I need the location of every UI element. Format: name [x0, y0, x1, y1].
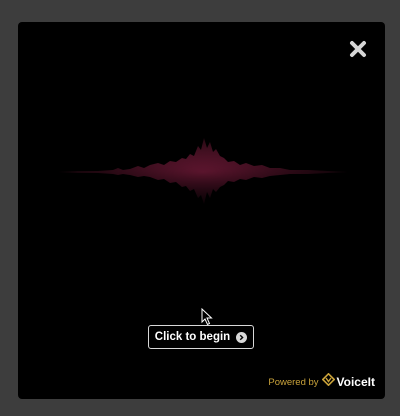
- voice-enrollment-modal: Click to begin Powered by VoiceIt: [18, 22, 385, 399]
- brand-name: VoiceIt: [336, 375, 375, 389]
- powered-by: Powered by VoiceIt: [268, 372, 375, 391]
- begin-button-label: Click to begin: [154, 331, 231, 343]
- voiceit-logo-icon: [321, 372, 335, 391]
- click-to-begin-button[interactable]: Click to begin: [148, 325, 254, 349]
- mouse-pointer-icon: [201, 308, 213, 326]
- chevron-right-icon: [236, 331, 248, 343]
- powered-by-label: Powered by: [268, 376, 319, 388]
- close-icon: [350, 41, 366, 57]
- audio-waveform: [58, 138, 348, 204]
- close-button[interactable]: [348, 39, 368, 59]
